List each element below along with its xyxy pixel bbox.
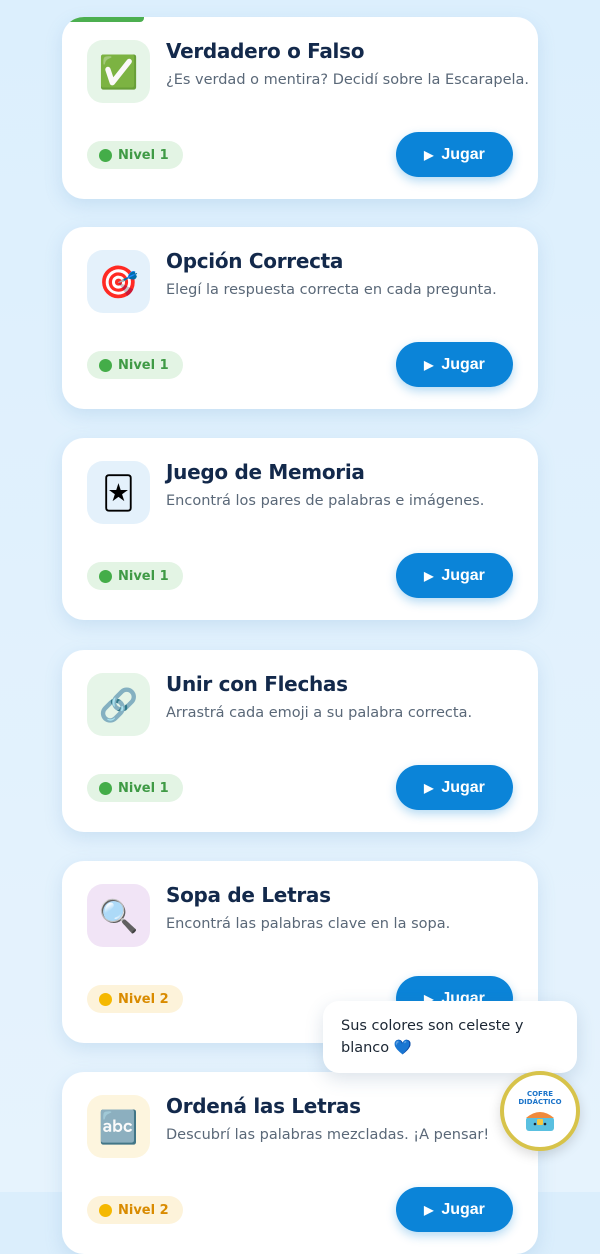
play-button[interactable]: ▶ Jugar (396, 132, 513, 177)
game-description: Descubrí las palabras mezcladas. ¡A pens… (166, 1127, 490, 1143)
level-badge: Nivel 1 (87, 774, 183, 802)
game-card: ✅ Verdadero o Falso ¿Es verdad o mentira… (62, 17, 538, 199)
game-description: Encontrá las palabras clave en la sopa. (166, 916, 451, 932)
target-icon: 🎯 (87, 250, 150, 313)
level-dot-icon (99, 358, 112, 372)
game-card: 🎯 Opción Correcta Elegí la respuesta cor… (62, 227, 538, 409)
game-title: Ordená las Letras (166, 1094, 361, 1118)
level-badge: Nivel 2 (87, 1196, 183, 1224)
level-dot-icon (99, 1203, 112, 1217)
play-icon: ▶ (424, 147, 434, 162)
level-dot-icon (99, 781, 112, 795)
chat-bubble: Sus colores son celeste y blanco 💙 (323, 1001, 577, 1073)
game-description: Encontrá los pares de palabras e imágene… (166, 493, 485, 509)
game-card: 🔤 Ordená las Letras Descubrí las palabra… (62, 1072, 538, 1254)
card-accent-bar (62, 17, 144, 22)
chat-message: Sus colores son celeste y blanco 💙 (341, 1018, 524, 1056)
level-dot-icon (99, 569, 112, 583)
game-card: 🔗 Unir con Flechas Arrastrá cada emoji a… (62, 650, 538, 832)
link-icon: 🔗 (87, 673, 150, 736)
level-badge: Nivel 1 (87, 351, 183, 379)
mascot-button[interactable]: COFRE DIDÁCTICO (500, 1071, 580, 1151)
play-icon: ▶ (424, 780, 434, 795)
play-button[interactable]: ▶ Jugar (396, 553, 513, 598)
level-badge: Nivel 1 (87, 562, 183, 590)
game-description: ¿Es verdad o mentira? Decidí sobre la Es… (166, 72, 530, 88)
game-description: Elegí la respuesta correcta en cada preg… (166, 282, 497, 298)
mascot-logo-text: COFRE DIDÁCTICO (518, 1090, 562, 1106)
magnifier-icon: 🔍 (87, 884, 150, 947)
level-dot-icon (99, 148, 112, 162)
joker-card-icon: 🃏 (87, 461, 150, 524)
play-icon: ▶ (424, 1202, 434, 1217)
play-button[interactable]: ▶ Jugar (396, 1187, 513, 1232)
check-mark-icon: ✅ (87, 40, 150, 103)
game-title: Opción Correcta (166, 249, 344, 273)
level-dot-icon (99, 992, 112, 1006)
abc-letters-icon: 🔤 (87, 1095, 150, 1158)
game-description: Arrastrá cada emoji a su palabra correct… (166, 705, 473, 721)
play-icon: ▶ (424, 568, 434, 583)
play-icon: ▶ (424, 357, 434, 372)
game-title: Juego de Memoria (166, 460, 365, 484)
game-title: Verdadero o Falso (166, 39, 365, 63)
level-badge: Nivel 2 (87, 985, 183, 1013)
play-button[interactable]: ▶ Jugar (396, 765, 513, 810)
level-badge: Nivel 1 (87, 141, 183, 169)
game-title: Unir con Flechas (166, 672, 348, 696)
play-button[interactable]: ▶ Jugar (396, 342, 513, 387)
game-card: 🃏 Juego de Memoria Encontrá los pares de… (62, 438, 538, 620)
game-title: Sopa de Letras (166, 883, 331, 907)
treasure-chest-icon (526, 1112, 554, 1131)
